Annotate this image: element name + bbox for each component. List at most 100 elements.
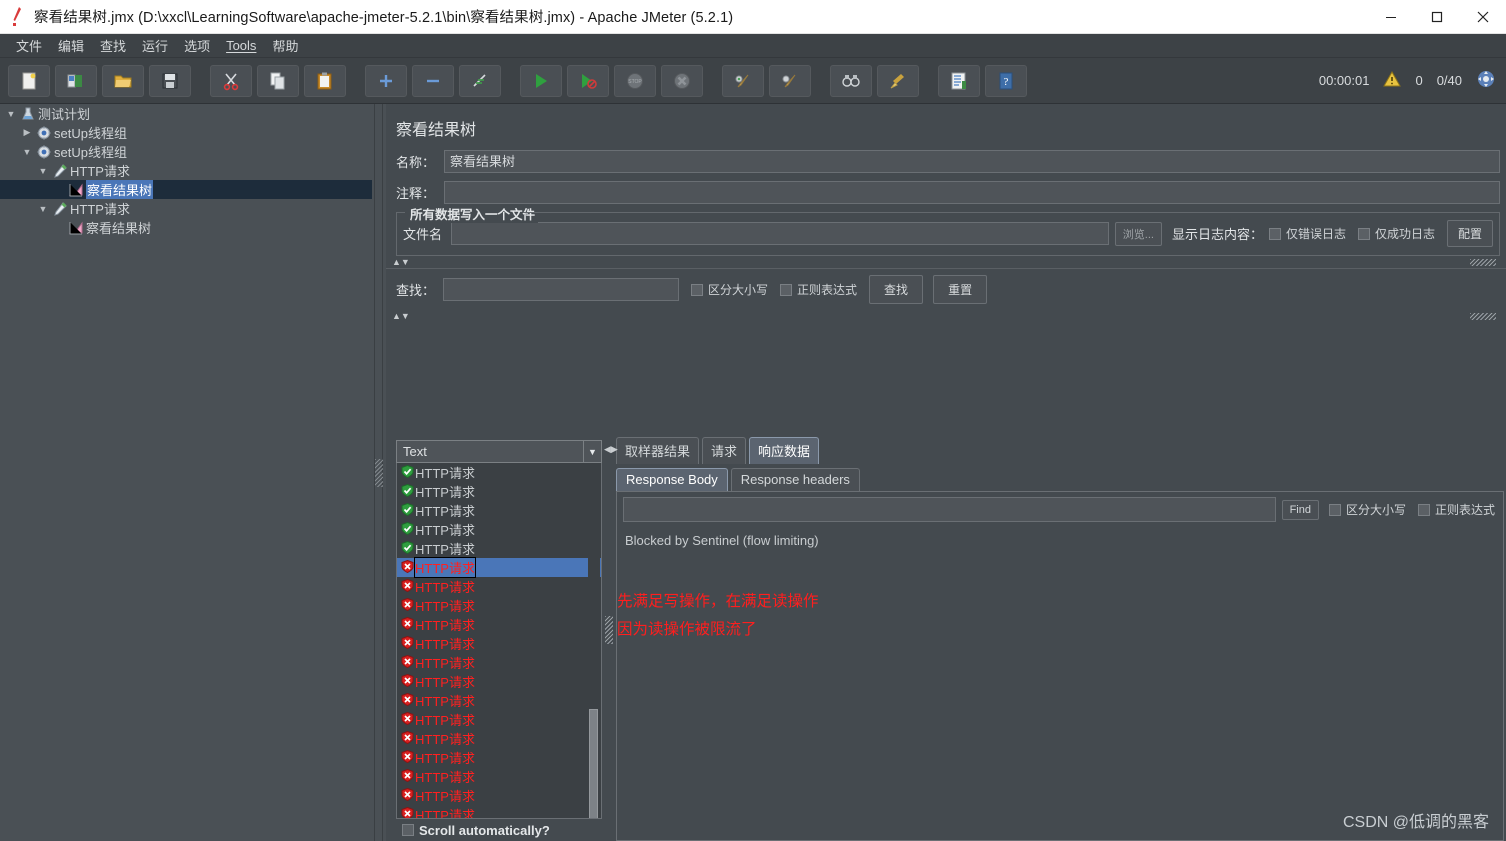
search-match-case-checkbox[interactable] — [691, 283, 704, 296]
scroll-automatically-checkbox[interactable] — [402, 824, 414, 836]
tab-request[interactable]: 请求 — [702, 437, 747, 464]
clear-button[interactable] — [722, 64, 764, 97]
result-list-item[interactable]: HTTP请求 — [397, 520, 601, 539]
chevron-down-icon[interactable]: ▼ — [36, 166, 50, 176]
function-helper-button[interactable] — [938, 64, 980, 97]
collapse-all-button[interactable] — [412, 64, 454, 97]
result-list-item[interactable]: HTTP请求 — [397, 786, 601, 805]
response-find-button[interactable]: Find — [1281, 499, 1319, 520]
result-list-item[interactable]: HTTP请求 — [397, 634, 601, 653]
menu-search[interactable]: 查找 — [92, 34, 134, 57]
result-list-item[interactable]: HTTP请求 — [397, 539, 601, 558]
warning-triangle-icon[interactable] — [1383, 70, 1402, 90]
comment-input[interactable] — [444, 181, 1500, 204]
sample-result-list[interactable]: HTTP请求 HTTP请求 HTTP请求 HTTP请求 HTTP请求 HTTP请求 HTTP… — [396, 463, 602, 819]
collapse-strip-top[interactable]: ▲▼ — [386, 256, 1506, 268]
chevron-down-icon[interactable]: ▼ — [583, 441, 601, 462]
errors-only-checkbox[interactable] — [1268, 227, 1281, 240]
chevron-down-icon[interactable]: ▼ — [20, 147, 34, 157]
result-list-item[interactable]: HTTP请求 — [397, 596, 601, 615]
subtab-response-headers[interactable]: Response headers — [730, 468, 860, 491]
result-list-scrollbar[interactable] — [588, 464, 600, 818]
result-list-item[interactable]: HTTP请求 — [397, 767, 601, 786]
tree-node-setup-thread-group-2[interactable]: ▼ setUp线程组 — [0, 142, 372, 161]
result-list-item[interactable]: HTTP请求 — [397, 653, 601, 672]
result-list-item[interactable]: HTTP请求 — [397, 463, 601, 482]
response-find-input[interactable] — [623, 497, 1276, 522]
tab-sampler-result[interactable]: 取样器结果 — [616, 437, 700, 464]
resize-dots-icon[interactable] — [1470, 312, 1496, 320]
results-vertical-splitter[interactable]: ◀▶ — [602, 440, 618, 841]
splitter-grip[interactable] — [375, 458, 383, 487]
result-list-item[interactable]: HTTP请求 — [397, 729, 601, 748]
collapse-arrows-icon[interactable]: ▲▼ — [392, 257, 410, 267]
response-match-case-checkbox[interactable] — [1328, 503, 1341, 516]
result-list-item[interactable]: HTTP请求 — [397, 577, 601, 596]
tree-node-http-request-1[interactable]: ▼ HTTP请求 — [0, 161, 372, 180]
menu-help[interactable]: 帮助 — [264, 34, 306, 57]
success-only-checkbox[interactable] — [1357, 227, 1370, 240]
maximize-button[interactable] — [1414, 0, 1460, 34]
help-button[interactable]: ? — [985, 64, 1027, 97]
reset-button[interactable]: 重置 — [933, 275, 988, 304]
menu-tools[interactable]: Tools — [218, 36, 264, 55]
expand-all-button[interactable] — [365, 64, 407, 97]
configure-button[interactable]: 配置 — [1446, 220, 1493, 247]
result-list-item[interactable]: HTTP请求 — [397, 691, 601, 710]
scroll-automatically-row[interactable]: Scroll automatically? — [396, 819, 602, 841]
filename-input[interactable] — [451, 222, 1109, 245]
collapse-arrow-icon[interactable]: ◀▶ — [604, 444, 618, 455]
stop-button[interactable]: STOP — [614, 64, 656, 97]
collapse-arrows-icon[interactable]: ▲▼ — [392, 311, 410, 321]
collapse-strip-bottom[interactable]: ▲▼ — [386, 310, 1506, 322]
browse-button[interactable]: 浏览... — [1114, 221, 1162, 246]
horizontal-splitter[interactable] — [372, 104, 386, 841]
splitter-grip[interactable] — [605, 616, 613, 645]
search-regex-checkbox[interactable] — [780, 283, 793, 296]
search-button[interactable] — [830, 64, 872, 97]
menu-edit[interactable]: 编辑 — [50, 34, 92, 57]
tree-node-http-request-2[interactable]: ▼ HTTP请求 — [0, 199, 372, 218]
open-button[interactable] — [102, 64, 144, 97]
result-list-item[interactable]: HTTP请求 — [397, 805, 601, 818]
search-input[interactable] — [443, 278, 680, 301]
tree-node-setup-thread-group-1[interactable]: ▶ setUp线程组 — [0, 123, 372, 142]
templates-button[interactable] — [55, 64, 97, 97]
reset-search-button[interactable] — [877, 64, 919, 97]
start-button[interactable] — [520, 64, 562, 97]
close-button[interactable] — [1460, 0, 1506, 34]
menu-options[interactable]: 选项 — [176, 34, 218, 57]
result-list-item[interactable]: HTTP请求 — [397, 748, 601, 767]
find-button[interactable]: 查找 — [869, 275, 924, 304]
shutdown-button[interactable] — [661, 64, 703, 97]
cut-button[interactable] — [210, 64, 252, 97]
copy-button[interactable] — [257, 64, 299, 97]
scrollbar-thumb[interactable] — [589, 709, 598, 818]
subtab-response-body[interactable]: Response Body — [616, 468, 728, 491]
test-plan-tree[interactable]: ▼ 测试计划 ▶ setUp线程组 ▼ setUp线程组 ▼ HTTP请求 察看… — [0, 104, 372, 841]
result-list-item[interactable]: HTTP请求 — [397, 672, 601, 691]
toggle-button[interactable] — [459, 64, 501, 97]
menu-run[interactable]: 运行 — [134, 34, 176, 57]
tree-node-view-results-tree-2[interactable]: 察看结果树 — [0, 218, 372, 237]
tree-node-view-results-tree-1[interactable]: 察看结果树 — [0, 180, 372, 199]
result-list-item[interactable]: HTTP请求 — [397, 501, 601, 520]
name-input[interactable]: 察看结果树 — [444, 150, 1500, 173]
minimize-button[interactable] — [1368, 0, 1414, 34]
response-regex-checkbox[interactable] — [1417, 503, 1430, 516]
new-button[interactable] — [8, 64, 50, 97]
chevron-down-icon[interactable]: ▼ — [36, 204, 50, 214]
result-list-item[interactable]: HTTP请求 — [397, 710, 601, 729]
chevron-right-icon[interactable]: ▶ — [20, 127, 34, 138]
start-no-timers-button[interactable] — [567, 64, 609, 97]
result-list-item[interactable]: HTTP请求 — [397, 482, 601, 501]
resize-dots-icon[interactable] — [1470, 258, 1496, 266]
clear-all-button[interactable] — [769, 64, 811, 97]
result-list-item[interactable]: HTTP请求 — [397, 615, 601, 634]
tree-node-test-plan[interactable]: ▼ 测试计划 — [0, 104, 372, 123]
save-button[interactable] — [149, 64, 191, 97]
chevron-down-icon[interactable]: ▼ — [4, 109, 18, 119]
renderer-select[interactable]: Text ▼ — [396, 440, 602, 463]
paste-button[interactable] — [304, 64, 346, 97]
result-list-item[interactable]: HTTP请求 — [397, 557, 601, 578]
